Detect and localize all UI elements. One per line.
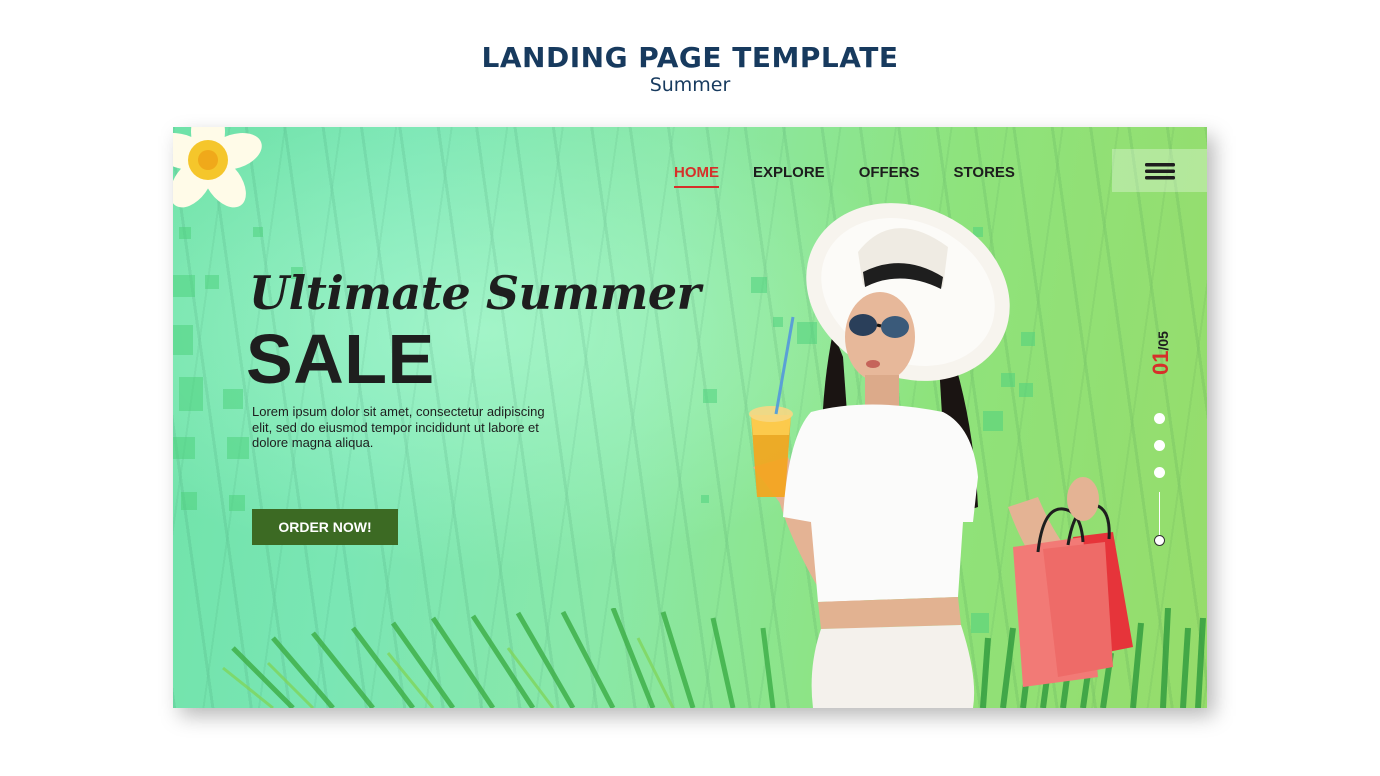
slide-dot-active[interactable]	[1154, 535, 1165, 546]
hamburger-icon	[1144, 162, 1175, 179]
slide-total: 05	[1155, 331, 1171, 347]
slide-dot-3[interactable]	[1154, 467, 1165, 478]
slide-dot-2[interactable]	[1154, 440, 1165, 451]
main-nav: HOME EXPLORE OFFERS STORES	[657, 163, 1032, 188]
slide-dot-1[interactable]	[1154, 413, 1165, 424]
page-heading: LANDING PAGE TEMPLATE Summer	[0, 40, 1380, 96]
hero-sale-text: SALE	[246, 320, 435, 398]
page-title: LANDING PAGE TEMPLATE	[481, 41, 899, 74]
hero-banner: HOME EXPLORE OFFERS STORES Ultimate Summ…	[173, 127, 1207, 708]
slider-track	[1159, 492, 1160, 540]
nav-item-stores[interactable]: STORES	[937, 163, 1032, 183]
hero-headline: Ultimate Summer	[249, 266, 701, 320]
nav-item-home[interactable]: HOME	[657, 163, 736, 188]
nav-item-explore[interactable]: EXPLORE	[736, 163, 842, 183]
model-woman-illustration	[749, 203, 1133, 708]
frangipani-flower-icon	[173, 127, 262, 208]
nav-item-offers[interactable]: OFFERS	[842, 163, 937, 183]
slide-current: 01	[1148, 350, 1173, 375]
page-subtitle: Summer	[649, 74, 731, 96]
slide-separator: /	[1155, 346, 1171, 351]
hero-description: Lorem ipsum dolor sit amet, consectetur …	[252, 404, 545, 450]
slide-counter: 01/05	[1141, 323, 1181, 383]
menu-button[interactable]	[1112, 149, 1207, 192]
order-now-button[interactable]: ORDER NOW!	[252, 509, 398, 545]
